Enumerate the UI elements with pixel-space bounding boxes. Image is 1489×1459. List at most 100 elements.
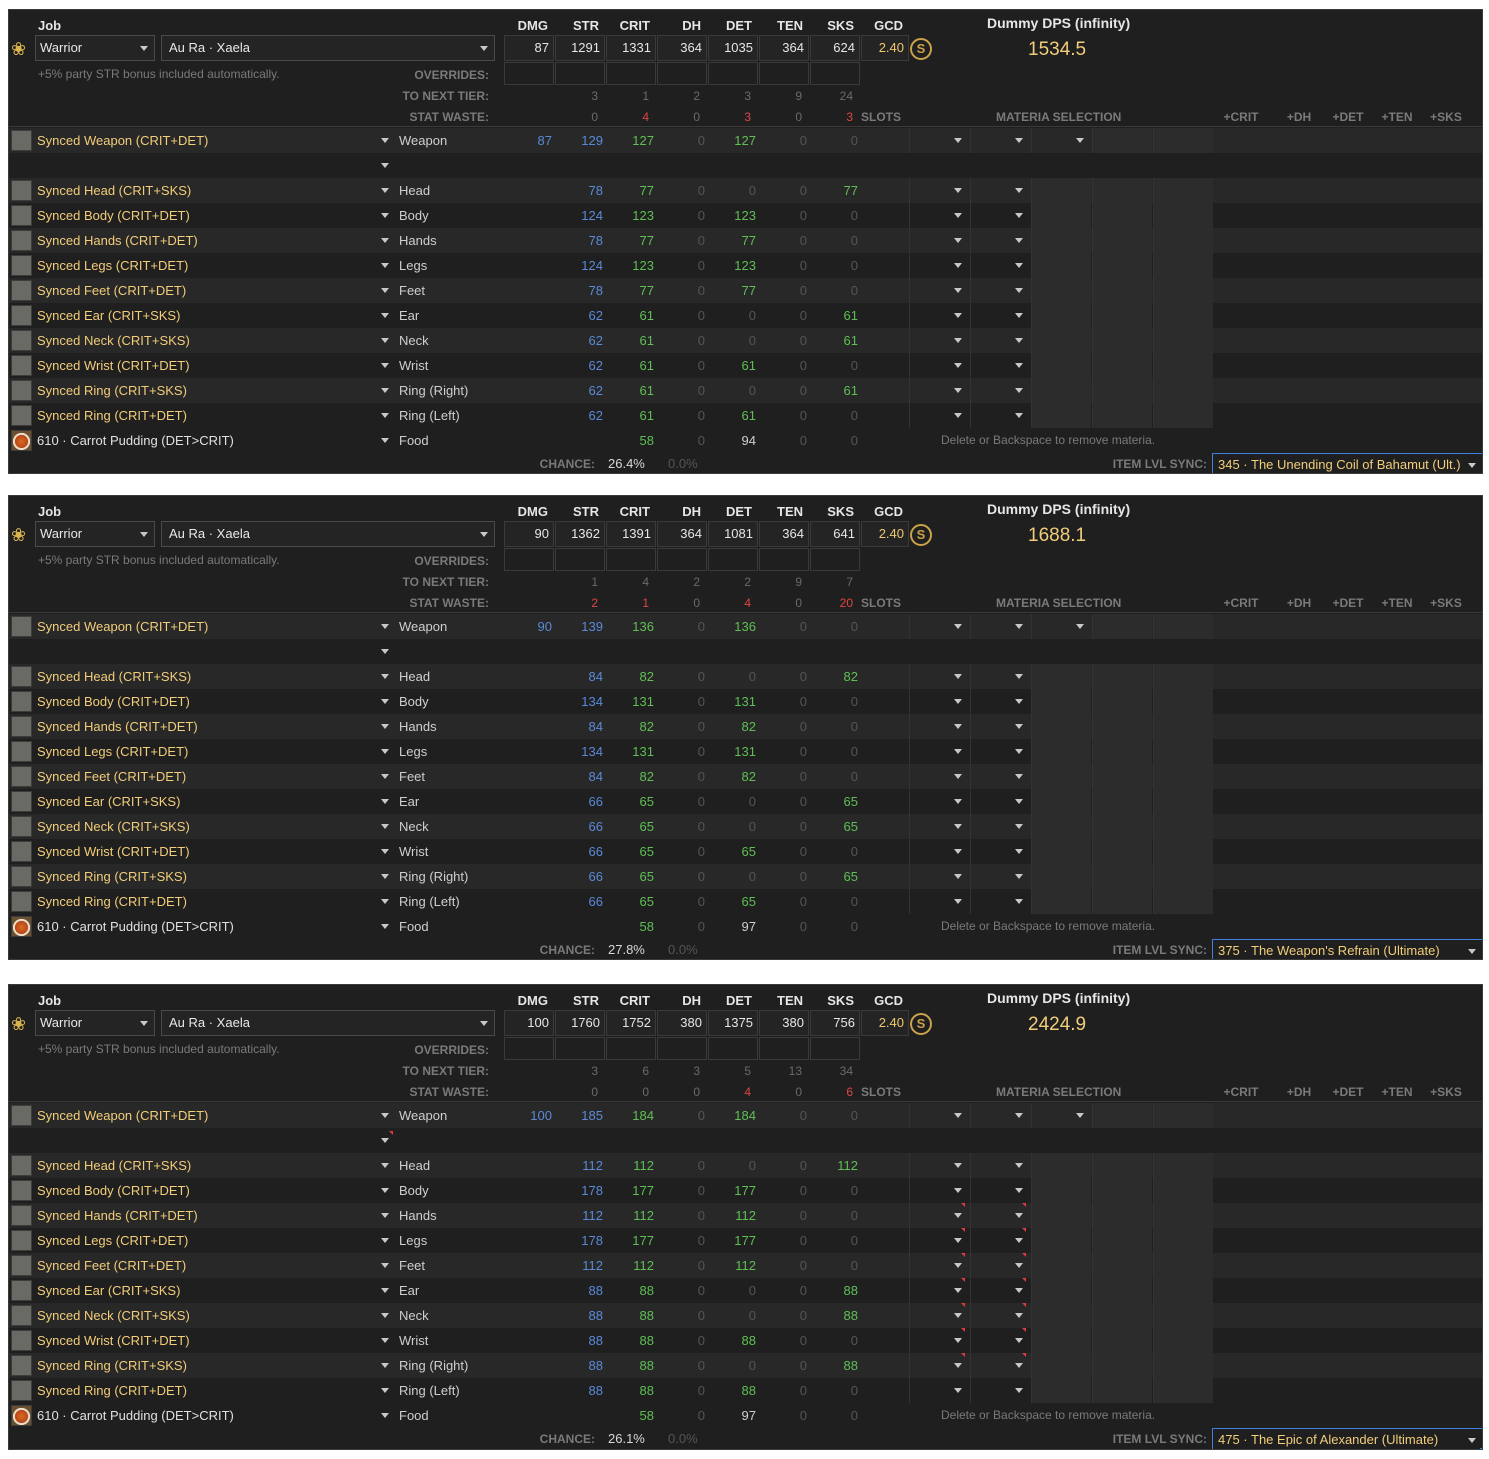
chevron-down-icon[interactable] — [954, 338, 962, 343]
materia-slot[interactable] — [909, 664, 969, 689]
chevron-down-icon[interactable] — [954, 313, 962, 318]
materia-slot[interactable] — [970, 789, 1030, 814]
job-select[interactable]: Warrior — [35, 521, 155, 547]
override-input[interactable] — [759, 62, 809, 85]
stat-value-dh[interactable]: 364 — [657, 35, 707, 61]
chevron-down-icon[interactable] — [954, 824, 962, 829]
chevron-down-icon[interactable] — [954, 1263, 962, 1268]
chevron-down-icon[interactable] — [954, 799, 962, 804]
materia-slot[interactable] — [970, 228, 1030, 253]
chevron-down-icon[interactable] — [381, 163, 389, 168]
gear-item-name[interactable]: Synced Wrist (CRIT+DET) — [37, 353, 190, 378]
food-item-name[interactable]: 610 · Carrot Pudding (DET>CRIT) — [37, 914, 234, 939]
gear-item-name[interactable]: Synced Hands (CRIT+DET) — [37, 228, 198, 253]
gear-item-name[interactable]: Synced Legs (CRIT+DET) — [37, 1228, 188, 1253]
chevron-down-icon[interactable] — [1015, 724, 1023, 729]
chevron-down-icon[interactable] — [1015, 238, 1023, 243]
chevron-down-icon[interactable] — [954, 1288, 962, 1293]
materia-slot[interactable] — [970, 739, 1030, 764]
chevron-down-icon[interactable] — [1015, 1363, 1023, 1368]
stat-value-det[interactable]: 1375 — [708, 1010, 758, 1036]
gear-item-name[interactable]: Synced Ring (CRIT+DET) — [37, 889, 187, 914]
chevron-down-icon[interactable] — [1015, 774, 1023, 779]
materia-slot[interactable] — [970, 889, 1030, 914]
chevron-down-icon[interactable] — [381, 1113, 389, 1118]
materia-slot[interactable] — [970, 1378, 1030, 1403]
gear-item-name[interactable]: Synced Ear (CRIT+SKS) — [37, 303, 180, 328]
gear-item-name[interactable]: Synced Ear (CRIT+SKS) — [37, 1278, 180, 1303]
materia-slot[interactable] — [909, 889, 969, 914]
chevron-down-icon[interactable] — [954, 263, 962, 268]
chevron-down-icon[interactable] — [1015, 388, 1023, 393]
materia-slot[interactable] — [909, 814, 969, 839]
gear-item-name[interactable]: Synced Weapon (CRIT+DET) — [37, 1103, 208, 1128]
chevron-down-icon[interactable] — [381, 1138, 389, 1143]
materia-slot[interactable] — [909, 1103, 969, 1128]
materia-slot[interactable] — [970, 1303, 1030, 1328]
override-input[interactable] — [504, 548, 554, 571]
chevron-down-icon[interactable] — [381, 338, 389, 343]
stat-value-dmg[interactable]: 87 — [504, 35, 554, 61]
chevron-down-icon[interactable] — [381, 924, 389, 929]
chevron-down-icon[interactable] — [954, 899, 962, 904]
override-input[interactable] — [555, 62, 605, 85]
chevron-down-icon[interactable] — [381, 213, 389, 218]
gear-item-name[interactable]: Synced Head (CRIT+SKS) — [37, 664, 191, 689]
materia-slot[interactable] — [909, 278, 969, 303]
materia-slot[interactable] — [970, 403, 1030, 428]
chevron-down-icon[interactable] — [954, 138, 962, 143]
chevron-down-icon[interactable] — [1015, 1213, 1023, 1218]
chevron-down-icon[interactable] — [1015, 799, 1023, 804]
chevron-down-icon[interactable] — [954, 1113, 962, 1118]
override-input[interactable] — [810, 62, 860, 85]
override-input[interactable] — [657, 1037, 707, 1060]
override-input[interactable] — [606, 548, 656, 571]
chevron-down-icon[interactable] — [381, 413, 389, 418]
materia-slot[interactable] — [909, 228, 969, 253]
materia-slot[interactable] — [909, 864, 969, 889]
stat-value-dmg[interactable]: 90 — [504, 521, 554, 547]
materia-slot[interactable] — [970, 1253, 1030, 1278]
stat-value-sks[interactable]: 624 — [810, 35, 860, 61]
materia-slot[interactable] — [970, 839, 1030, 864]
override-input[interactable] — [759, 1037, 809, 1060]
chevron-down-icon[interactable] — [381, 1388, 389, 1393]
override-input[interactable] — [759, 548, 809, 571]
gear-item-name[interactable]: Synced Ring (CRIT+SKS) — [37, 864, 187, 889]
gear-item-name[interactable]: Synced Ear (CRIT+SKS) — [37, 789, 180, 814]
chevron-down-icon[interactable] — [954, 724, 962, 729]
gear-item-name[interactable]: Synced Body (CRIT+DET) — [37, 689, 190, 714]
chevron-down-icon[interactable] — [954, 1163, 962, 1168]
materia-slot[interactable] — [909, 1378, 969, 1403]
stat-value-str[interactable]: 1291 — [555, 35, 605, 61]
gear-item-name[interactable]: Synced Body (CRIT+DET) — [37, 1178, 190, 1203]
chevron-down-icon[interactable] — [1015, 138, 1023, 143]
stat-value-str[interactable]: 1362 — [555, 521, 605, 547]
chevron-down-icon[interactable] — [1015, 1313, 1023, 1318]
materia-slot[interactable] — [970, 1278, 1030, 1303]
chevron-down-icon[interactable] — [1015, 849, 1023, 854]
materia-slot[interactable] — [1031, 614, 1091, 639]
materia-slot[interactable] — [1031, 1103, 1091, 1128]
chevron-down-icon[interactable] — [954, 363, 962, 368]
override-input[interactable] — [504, 1037, 554, 1060]
chevron-down-icon[interactable] — [1015, 1238, 1023, 1243]
chevron-down-icon[interactable] — [381, 1213, 389, 1218]
override-input[interactable] — [810, 548, 860, 571]
override-input[interactable] — [708, 548, 758, 571]
materia-slot[interactable] — [909, 303, 969, 328]
stat-value-dh[interactable]: 364 — [657, 521, 707, 547]
override-input[interactable] — [606, 62, 656, 85]
materia-slot[interactable] — [909, 1203, 969, 1228]
chevron-down-icon[interactable] — [1015, 1188, 1023, 1193]
chevron-down-icon[interactable] — [381, 1163, 389, 1168]
gear-item-name[interactable]: Synced Neck (CRIT+SKS) — [37, 814, 190, 839]
chevron-down-icon[interactable] — [381, 1238, 389, 1243]
chevron-down-icon[interactable] — [954, 188, 962, 193]
chevron-down-icon[interactable] — [381, 674, 389, 679]
race-select[interactable]: Au Ra · Xaela — [161, 1010, 495, 1036]
materia-slot[interactable] — [909, 1303, 969, 1328]
chevron-down-icon[interactable] — [381, 1313, 389, 1318]
chevron-down-icon[interactable] — [1015, 699, 1023, 704]
chevron-down-icon[interactable] — [954, 288, 962, 293]
